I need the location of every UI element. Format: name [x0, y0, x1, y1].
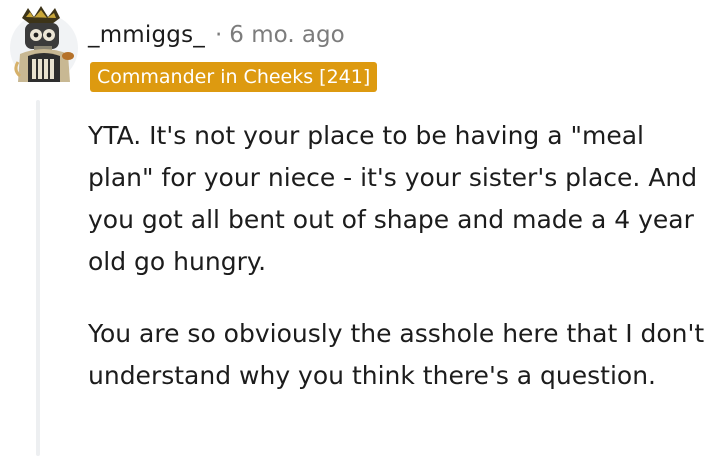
comment-paragraph: You are so obviously the asshole here th… — [88, 319, 705, 390]
comment-body: YTA. It's not your place to be having a … — [88, 115, 708, 397]
comment-header: _mmiggs_ · 6 mo. ago — [88, 18, 345, 52]
thread-collapse-line[interactable] — [36, 100, 40, 456]
comment-timestamp[interactable]: 6 mo. ago — [229, 22, 344, 48]
user-flair-badge: Commander in Cheeks [241] — [90, 62, 378, 92]
username-link[interactable]: _mmiggs_ — [88, 22, 205, 48]
comment-paragraph: YTA. It's not your place to be having a … — [88, 121, 698, 276]
meta-separator: · — [214, 22, 223, 48]
comment: _mmiggs_ · 6 mo. ago Commander in Cheeks… — [0, 0, 713, 456]
user-avatar-icon[interactable] — [8, 4, 80, 84]
